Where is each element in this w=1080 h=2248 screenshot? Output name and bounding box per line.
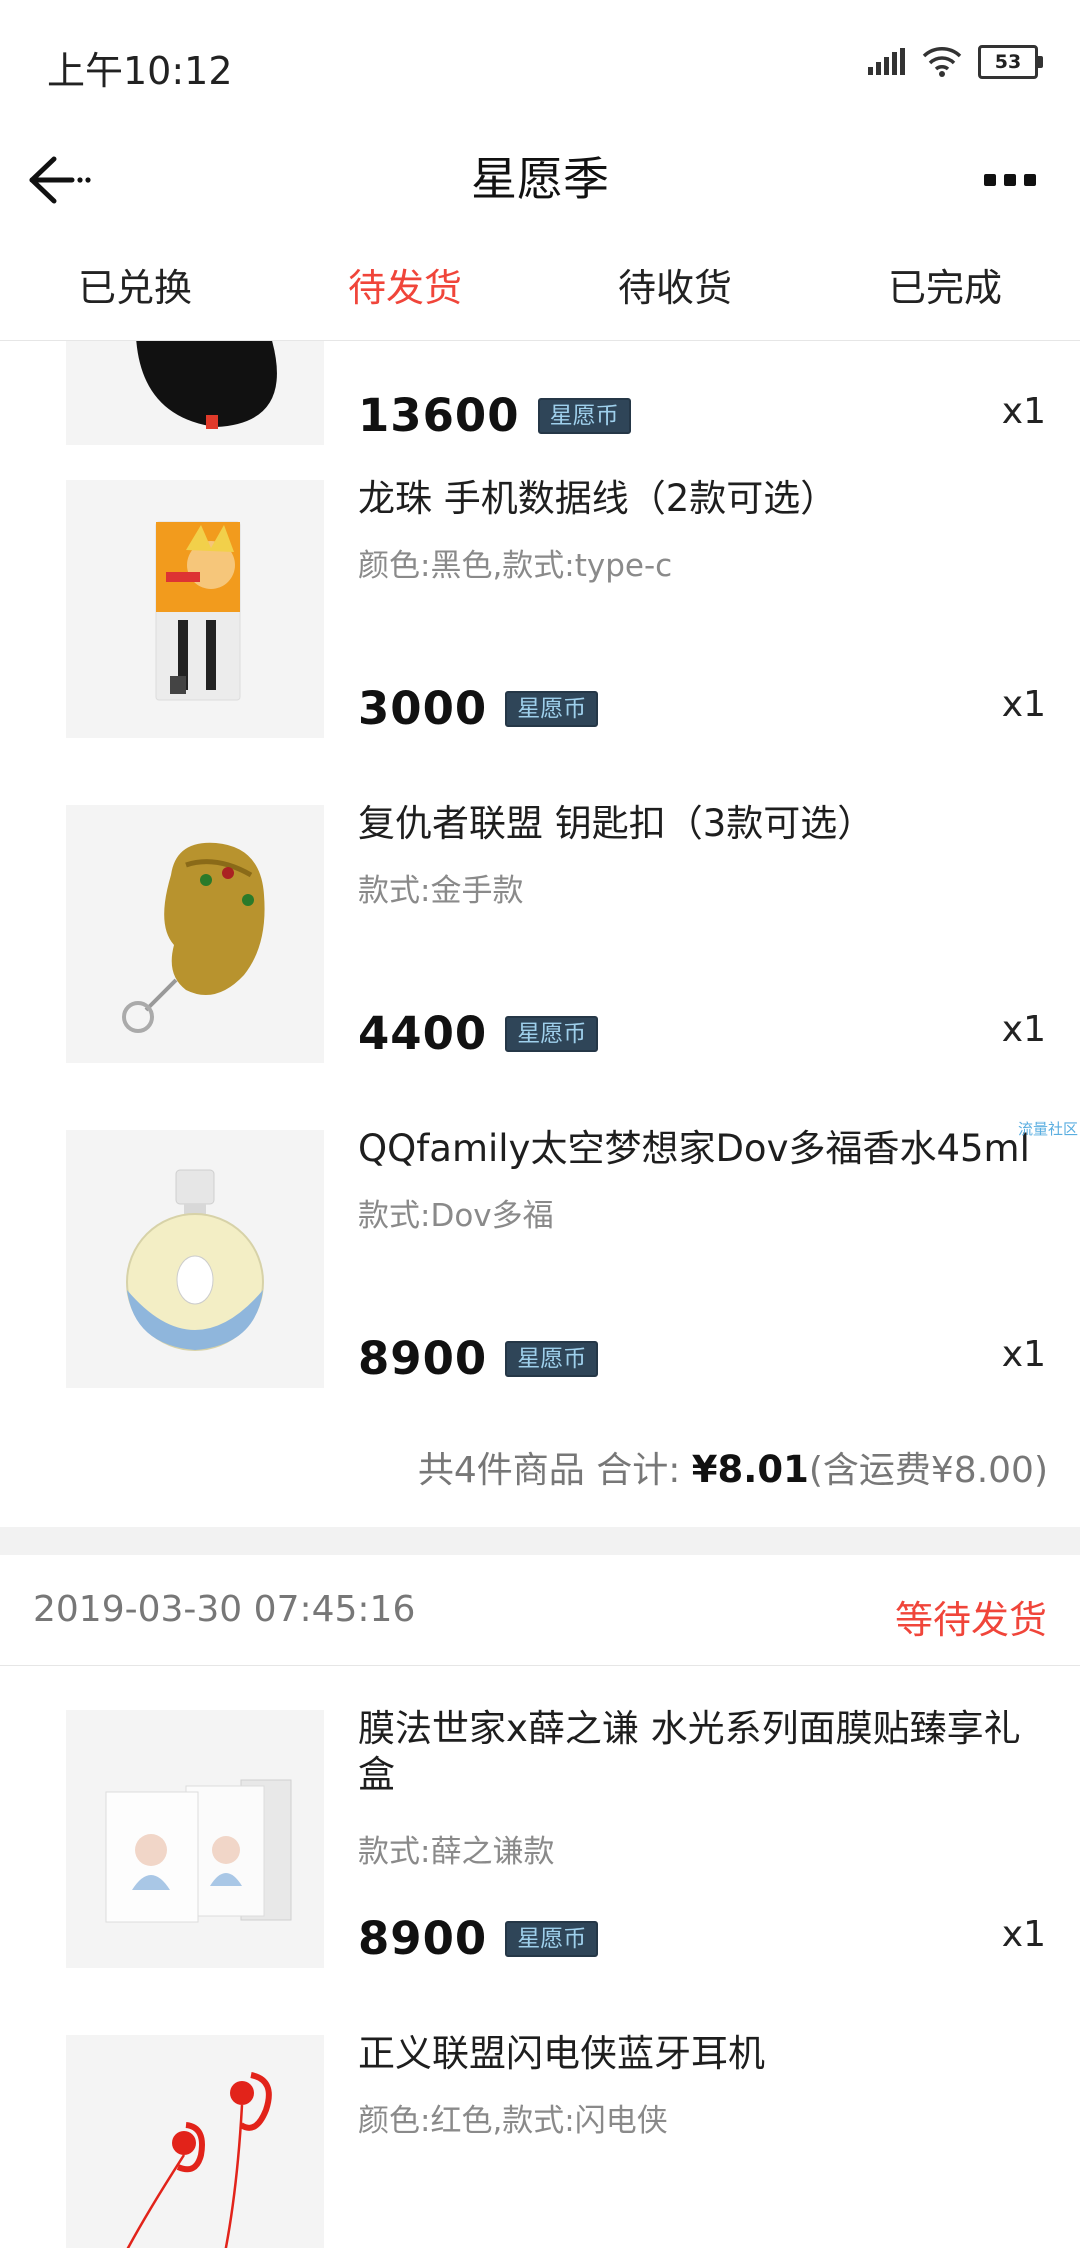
signal-icon — [868, 48, 905, 75]
item-name: QQfamily太空梦想家Dov多福香水45ml — [358, 1127, 1030, 1170]
currency-badge: 星愿币 — [505, 1015, 599, 1052]
more-dot-icon — [1004, 174, 1016, 186]
tab-to-ship[interactable]: 待发货 — [348, 257, 462, 312]
item-name: 正义联盟闪电侠蓝牙耳机 — [358, 2032, 765, 2075]
product-image-perfume — [66, 1130, 324, 1388]
item-price: 8900 星愿币 — [358, 1912, 599, 1965]
more-button[interactable] — [970, 155, 1050, 205]
tab-completed[interactable]: 已完成 — [888, 257, 1002, 312]
product-image-cable — [66, 480, 324, 738]
wifi-icon — [922, 47, 962, 77]
currency-badge: 星愿币 — [537, 397, 631, 434]
order-date: 2019-03-30 07:45:16 — [33, 1589, 416, 1630]
order-item[interactable]: 13600 星愿币 x1 — [0, 341, 1080, 447]
item-name: 膜法世家x薛之谦 水光系列面膜贴臻享礼盒 — [358, 1707, 1021, 1796]
item-spec: 颜色:红色,款式:闪电侠 — [358, 2103, 668, 2139]
product-image-facemask — [66, 1710, 324, 1968]
item-price: 4400 星愿币 — [358, 1007, 599, 1060]
more-dot-icon — [1024, 174, 1036, 186]
status-icons: 53 — [866, 44, 1043, 80]
status-bar: 上午10:12 53 — [0, 0, 1080, 125]
item-name: 复仇者联盟 钥匙扣（3款可选） — [358, 802, 875, 845]
page-title: 星愿季 — [471, 152, 609, 206]
item-price: 3000 星愿币 — [358, 682, 599, 735]
order-item[interactable]: 龙珠 手机数据线（2款可选） 颜色:黑色,款式:type-c 3000 星愿币 … — [0, 477, 1080, 740]
summary-shipping: (含运费¥8.00) — [808, 1450, 1048, 1491]
price-value: 3000 — [358, 682, 488, 735]
product-image-tshirt — [66, 341, 324, 445]
order-list[interactable]: 13600 星愿币 x1 龙珠 手机数据线（2款可选） 颜色:黑色,款式:typ… — [0, 341, 1080, 2248]
item-spec: 款式:金手款 — [358, 873, 524, 909]
item-price: 13600 星愿币 — [358, 389, 631, 442]
summary-count: 共4件商品 合计: — [417, 1450, 692, 1491]
item-quantity: x1 — [1001, 1334, 1046, 1375]
order-status: 等待发货 — [894, 1598, 1047, 1642]
price-value: 8900 — [358, 1912, 488, 1965]
item-spec: 款式:Dov多福 — [358, 1198, 554, 1234]
nav-bar: 星愿季 — [0, 125, 1080, 235]
price-value: 8900 — [358, 1332, 488, 1385]
currency-badge: 星愿币 — [505, 1920, 599, 1957]
status-time: 上午10:12 — [47, 49, 233, 93]
tab-redeemed[interactable]: 已兑换 — [78, 257, 192, 312]
order-item[interactable]: QQfamily太空梦想家Dov多福香水45ml 款式:Dov多福 8900 星… — [0, 1127, 1080, 1390]
order-tabs: 已兑换 待发货 待收货 已完成 — [0, 235, 1080, 341]
order-summary: 共4件商品 合计: ¥8.01(含运费¥8.00) — [418, 1441, 1048, 1493]
item-spec: 款式:薛之谦款 — [358, 1834, 555, 1870]
summary-total: ¥8.01 — [691, 1448, 809, 1491]
more-dot-icon — [984, 174, 996, 186]
order-header: 2019-03-30 07:45:16 等待发货 — [0, 1555, 1080, 1666]
currency-badge: 星愿币 — [505, 1340, 599, 1377]
item-quantity: x1 — [1001, 1914, 1046, 1955]
price-value: 13600 — [358, 389, 520, 442]
order-divider — [0, 1527, 1080, 1555]
item-quantity: x1 — [1001, 684, 1046, 725]
order-item[interactable]: 膜法世家x薛之谦 水光系列面膜贴臻享礼盒 款式:薛之谦款 8900 星愿币 x1 — [0, 1707, 1080, 1970]
product-image-earphones — [66, 2035, 324, 2248]
item-price: 8900 星愿币 — [358, 1332, 599, 1385]
item-spec: 颜色:黑色,款式:type-c — [358, 548, 673, 584]
order-item[interactable]: 复仇者联盟 钥匙扣（3款可选） 款式:金手款 4400 星愿币 x1 — [0, 802, 1080, 1065]
item-name: 龙珠 手机数据线（2款可选） — [358, 477, 838, 520]
product-image-keychain — [66, 805, 324, 1063]
currency-badge: 星愿币 — [505, 690, 599, 727]
item-quantity: x1 — [1001, 391, 1046, 432]
battery-icon: 53 — [978, 45, 1043, 79]
price-value: 4400 — [358, 1007, 488, 1060]
item-quantity: x1 — [1001, 1009, 1046, 1050]
order-item[interactable]: 正义联盟闪电侠蓝牙耳机 颜色:红色,款式:闪电侠 — [0, 2032, 1080, 2248]
watermark-text: 流量社区 — [1017, 1120, 1078, 1138]
tab-to-receive[interactable]: 待收货 — [618, 257, 732, 312]
